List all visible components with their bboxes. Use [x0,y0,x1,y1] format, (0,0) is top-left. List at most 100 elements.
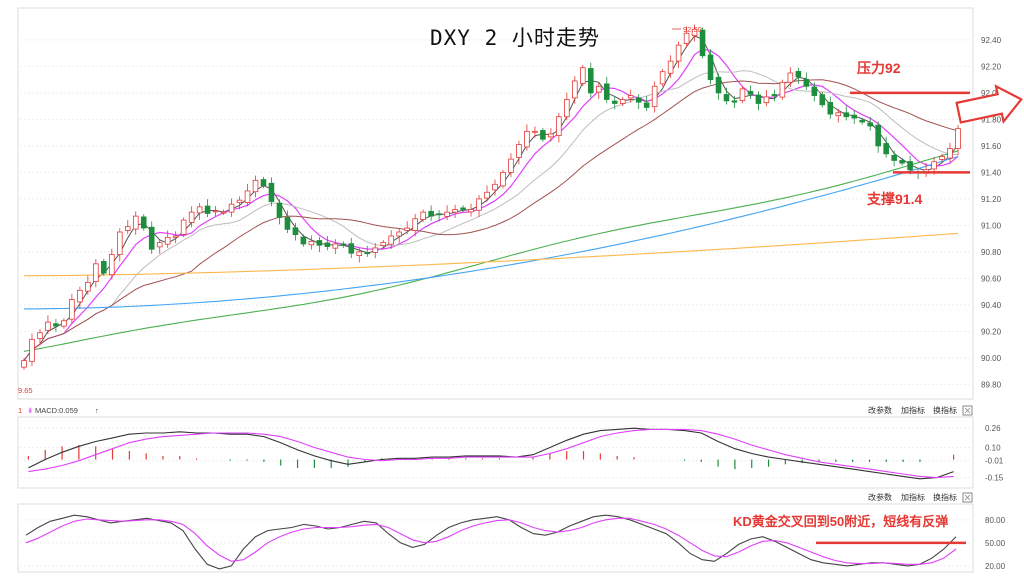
kd-switch-indicator-button[interactable]: 换指标 [933,492,957,502]
macd-y-tick-label: -0.15 [985,474,1004,483]
candle-body [739,88,746,101]
candle-body [412,218,418,231]
candle-body [284,217,291,230]
candle-body [595,85,602,93]
candle-body [747,90,754,95]
high-price-marker: 92.50 [683,25,702,34]
candle-body [300,236,307,245]
ma-line [23,79,959,361]
candle-body [667,60,674,74]
candle-body [268,182,275,202]
candle-body [53,323,59,327]
candle-body [212,210,219,213]
candle-body [755,94,762,104]
macd-value-label: MACD:0.059 [35,406,78,415]
candle-body [619,99,626,104]
candle-body [21,360,27,368]
candle-body [580,67,586,84]
macd-arrow-icon: ⇟ [27,406,33,415]
main-y-tick-label: 91.60 [981,142,1002,151]
kd-add-indicator-button[interactable]: 加指标 [901,492,925,502]
kd-y-tick-label: 80.00 [985,516,1006,525]
candle-body [851,114,858,119]
kd-y-tick-label: 20.00 [985,562,1006,571]
candle-body [332,243,339,249]
macd-y-tick-label: -0.01 [985,457,1004,466]
candle-body [867,122,873,127]
candle-body [45,321,51,331]
candle-body [516,144,522,158]
candle-body [244,190,251,203]
main-y-tick-label: 90.40 [981,301,1002,310]
candle-body [827,102,834,115]
candle-body [124,226,131,231]
candle-body [372,247,379,253]
main-y-tick-label: 91.00 [981,221,1002,230]
candle-body [29,338,35,362]
candle-body [101,261,107,274]
candle-body [164,236,171,245]
candle-body [715,76,722,94]
chart-stage: 92.40 92.20 92.00 91.80 91.60 91.40 91.20 91.00… [0,0,1024,574]
candle-body [85,281,91,292]
candle-body [603,83,610,100]
candle-body [93,263,99,282]
change-params-button[interactable]: 改参数 [868,405,892,415]
candle-body [308,240,315,246]
candle-body [947,148,953,159]
candle-body [675,44,682,62]
candle-body [508,158,514,173]
candle-body [587,68,594,94]
kd-y-tick-label: 50.00 [985,539,1006,548]
candle-body [627,95,634,99]
trend-line [24,232,959,277]
resistance-label: 压力92 [857,60,901,76]
candle-body [364,252,371,255]
candle-body [468,209,474,213]
add-indicator-button[interactable]: 加指标 [901,405,925,415]
main-y-tick-label: 90.20 [981,327,1002,336]
candle-body [787,72,794,83]
candle-body [148,226,155,250]
candle-body [420,211,426,220]
main-y-tick-label: 90.60 [981,274,1002,283]
main-y-tick-label: 90.80 [981,248,1002,257]
candle-body [564,99,570,118]
main-y-tick-label: 92.20 [981,62,1002,71]
candle-body [132,215,139,230]
candle-body [196,206,203,214]
macd-y-tick-label: 0.10 [985,443,1001,452]
candle-body [875,124,881,147]
candle-body [731,100,738,103]
candle-body [188,211,195,223]
candle-body [228,203,235,213]
candle-body [236,199,243,203]
candle-body [955,128,961,149]
candle-body [444,211,450,217]
candle-body [835,112,842,117]
kd-change-params-button[interactable]: 改参数 [868,492,892,502]
candle-body [61,320,67,327]
candle-body [436,213,442,216]
candle-body [276,202,283,218]
candle-body [460,207,466,210]
switch-indicator-button[interactable]: 换指标 [933,405,957,415]
main-y-tick-label: 90.00 [981,354,1002,363]
main-y-tick-label: 91.40 [981,168,1002,177]
candle-body [140,216,147,229]
candle-body [388,235,395,245]
candle-body [356,251,363,257]
candle-body [380,242,387,246]
candle-body [635,97,642,103]
candle-body [891,155,897,161]
candle-body [707,54,714,81]
candle-body [524,130,530,148]
candle-body [260,179,267,187]
ma-line [23,48,959,361]
macd-y-tick-label: 0.26 [985,424,1001,433]
ma-line [23,35,959,361]
candle-body [939,156,945,160]
low-price-marker: 9.65 [18,386,33,395]
candle-body [428,210,434,217]
candle-body [340,243,347,246]
